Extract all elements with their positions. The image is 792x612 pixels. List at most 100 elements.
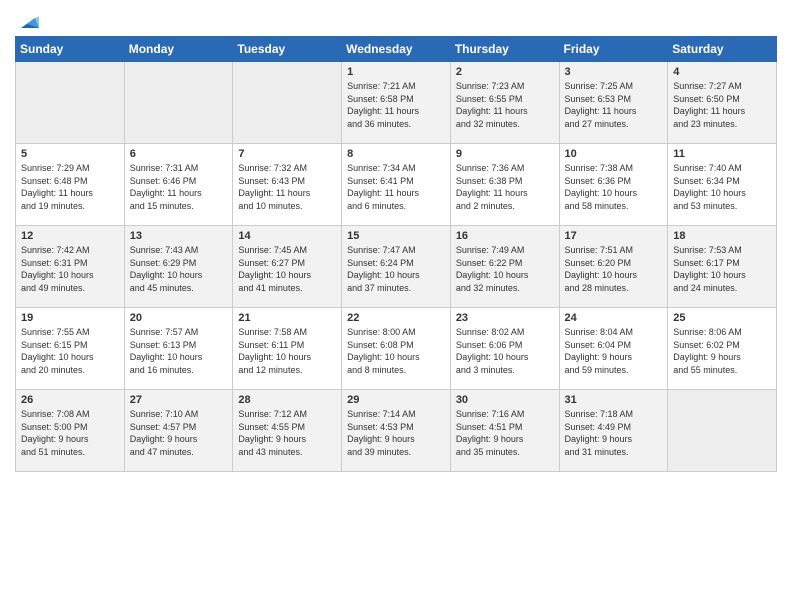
- day-cell: 30Sunrise: 7:16 AM Sunset: 4:51 PM Dayli…: [450, 390, 559, 472]
- day-info: Sunrise: 7:21 AM Sunset: 6:58 PM Dayligh…: [347, 80, 445, 130]
- day-cell: 14 Sunrise: 7:45 AM Sunset: 6:27 PM Dayli…: [233, 226, 342, 308]
- day-number: 9: [456, 148, 554, 160]
- day-number: 21: [238, 312, 336, 324]
- day-number: 8: [347, 148, 445, 160]
- day-cell: 22Sunrise: 8:00 AM Sunset: 6:08 PM Dayli…: [342, 308, 451, 390]
- day-cell: 16Sunrise: 7:49 AM Sunset: 6:22 PM Dayli…: [450, 226, 559, 308]
- day-number: 30: [456, 394, 554, 406]
- day-number: 13: [130, 230, 228, 242]
- day-number: 14: [238, 230, 336, 242]
- day-number: 31: [565, 394, 663, 406]
- day-number: 7: [238, 148, 336, 160]
- day-info: Sunrise: 7:23 AM Sunset: 6:55 PM Dayligh…: [456, 80, 554, 130]
- day-cell: 28Sunrise: 7:12 AM Sunset: 4:55 PM Dayli…: [233, 390, 342, 472]
- day-cell: 17 Sunrise: 7:51 AM Sunset: 6:20 PM Dayli…: [559, 226, 668, 308]
- day-info: Sunrise: 7:36 AM Sunset: 6:38 PM Dayligh…: [456, 162, 554, 212]
- logo-icon: [17, 10, 39, 32]
- logo: [15, 10, 39, 28]
- weekday-header-thursday: Thursday: [450, 37, 559, 62]
- day-cell: 29 Sunrise: 7:14 AM Sunset: 4:53 PM Dayli…: [342, 390, 451, 472]
- weekday-header-saturday: Saturday: [668, 37, 777, 62]
- day-cell: [124, 62, 233, 144]
- day-number: 24: [565, 312, 663, 324]
- day-number: 29: [347, 394, 445, 406]
- day-info: Sunrise: 7:49 AM Sunset: 6:22 PM Dayligh…: [456, 244, 554, 294]
- day-number: 10: [565, 148, 663, 160]
- weekday-header-sunday: Sunday: [16, 37, 125, 62]
- day-number: 11: [673, 148, 771, 160]
- day-info: Sunrise: 7:29 AM Sunset: 6:48 PM Dayligh…: [21, 162, 119, 212]
- day-info: Sunrise: 7:14 AM Sunset: 4:53 PM Dayligh…: [347, 408, 445, 458]
- day-info: Sunrise: 7:57 AM Sunset: 6:13 PM Dayligh…: [130, 326, 228, 376]
- day-number: 17: [565, 230, 663, 242]
- day-info: Sunrise: 7:25 AM Sunset: 6:53 PM Dayligh…: [565, 80, 663, 130]
- day-cell: 26 Sunrise: 7:08 AM Sunset: 5:00 PM Dayli…: [16, 390, 125, 472]
- day-cell: 18Sunrise: 7:53 AM Sunset: 6:17 PM Dayli…: [668, 226, 777, 308]
- day-info: Sunrise: 7:40 AM Sunset: 6:34 PM Dayligh…: [673, 162, 771, 212]
- day-info: Sunrise: 7:53 AM Sunset: 6:17 PM Dayligh…: [673, 244, 771, 294]
- day-cell: 7 Sunrise: 7:32 AM Sunset: 6:43 PM Daylig…: [233, 144, 342, 226]
- day-cell: 9 Sunrise: 7:36 AM Sunset: 6:38 PM Daylig…: [450, 144, 559, 226]
- day-info: Sunrise: 7:12 AM Sunset: 4:55 PM Dayligh…: [238, 408, 336, 458]
- day-info: Sunrise: 8:06 AM Sunset: 6:02 PM Dayligh…: [673, 326, 771, 376]
- day-cell: 8 Sunrise: 7:34 AM Sunset: 6:41 PM Daylig…: [342, 144, 451, 226]
- day-info: Sunrise: 7:08 AM Sunset: 5:00 PM Dayligh…: [21, 408, 119, 458]
- day-info: Sunrise: 7:10 AM Sunset: 4:57 PM Dayligh…: [130, 408, 228, 458]
- day-info: Sunrise: 7:27 AM Sunset: 6:50 PM Dayligh…: [673, 80, 771, 130]
- day-number: 25: [673, 312, 771, 324]
- day-info: Sunrise: 8:04 AM Sunset: 6:04 PM Dayligh…: [565, 326, 663, 376]
- weekday-header-wednesday: Wednesday: [342, 37, 451, 62]
- day-cell: 1 Sunrise: 7:21 AM Sunset: 6:58 PM Daylig…: [342, 62, 451, 144]
- weekday-header-tuesday: Tuesday: [233, 37, 342, 62]
- day-cell: 12Sunrise: 7:42 AM Sunset: 6:31 PM Dayli…: [16, 226, 125, 308]
- week-row-5: 26 Sunrise: 7:08 AM Sunset: 5:00 PM Dayli…: [16, 390, 777, 472]
- day-info: Sunrise: 8:00 AM Sunset: 6:08 PM Dayligh…: [347, 326, 445, 376]
- day-cell: 11 Sunrise: 7:40 AM Sunset: 6:34 PM Dayli…: [668, 144, 777, 226]
- week-row-1: 1 Sunrise: 7:21 AM Sunset: 6:58 PM Daylig…: [16, 62, 777, 144]
- day-cell: 19 Sunrise: 7:55 AM Sunset: 6:15 PM Dayli…: [16, 308, 125, 390]
- day-number: 27: [130, 394, 228, 406]
- day-number: 6: [130, 148, 228, 160]
- day-cell: 13 Sunrise: 7:43 AM Sunset: 6:29 PM Dayli…: [124, 226, 233, 308]
- day-cell: 2 Sunrise: 7:23 AM Sunset: 6:55 PM Daylig…: [450, 62, 559, 144]
- day-info: Sunrise: 7:55 AM Sunset: 6:15 PM Dayligh…: [21, 326, 119, 376]
- day-cell: [16, 62, 125, 144]
- day-number: 19: [21, 312, 119, 324]
- page: SundayMondayTuesdayWednesdayThursdayFrid…: [0, 0, 792, 612]
- day-cell: 20 Sunrise: 7:57 AM Sunset: 6:13 PM Dayli…: [124, 308, 233, 390]
- day-info: Sunrise: 7:38 AM Sunset: 6:36 PM Dayligh…: [565, 162, 663, 212]
- day-cell: 27 Sunrise: 7:10 AM Sunset: 4:57 PM Dayli…: [124, 390, 233, 472]
- day-cell: [233, 62, 342, 144]
- day-info: Sunrise: 7:51 AM Sunset: 6:20 PM Dayligh…: [565, 244, 663, 294]
- weekday-header-monday: Monday: [124, 37, 233, 62]
- week-row-3: 12Sunrise: 7:42 AM Sunset: 6:31 PM Dayli…: [16, 226, 777, 308]
- day-cell: 23 Sunrise: 8:02 AM Sunset: 6:06 PM Dayli…: [450, 308, 559, 390]
- day-info: Sunrise: 7:43 AM Sunset: 6:29 PM Dayligh…: [130, 244, 228, 294]
- week-row-2: 5Sunrise: 7:29 AM Sunset: 6:48 PM Daylig…: [16, 144, 777, 226]
- day-info: Sunrise: 7:32 AM Sunset: 6:43 PM Dayligh…: [238, 162, 336, 212]
- day-number: 15: [347, 230, 445, 242]
- day-info: Sunrise: 7:47 AM Sunset: 6:24 PM Dayligh…: [347, 244, 445, 294]
- day-number: 4: [673, 66, 771, 78]
- day-number: 20: [130, 312, 228, 324]
- day-cell: 10 Sunrise: 7:38 AM Sunset: 6:36 PM Dayli…: [559, 144, 668, 226]
- day-cell: 21 Sunrise: 7:58 AM Sunset: 6:11 PM Dayli…: [233, 308, 342, 390]
- day-info: Sunrise: 7:42 AM Sunset: 6:31 PM Dayligh…: [21, 244, 119, 294]
- day-info: Sunrise: 7:31 AM Sunset: 6:46 PM Dayligh…: [130, 162, 228, 212]
- calendar: SundayMondayTuesdayWednesdayThursdayFrid…: [15, 36, 777, 472]
- day-cell: 3Sunrise: 7:25 AM Sunset: 6:53 PM Daylig…: [559, 62, 668, 144]
- weekday-header-row: SundayMondayTuesdayWednesdayThursdayFrid…: [16, 37, 777, 62]
- day-cell: [668, 390, 777, 472]
- day-cell: 6 Sunrise: 7:31 AM Sunset: 6:46 PM Daylig…: [124, 144, 233, 226]
- day-number: 2: [456, 66, 554, 78]
- day-info: Sunrise: 7:45 AM Sunset: 6:27 PM Dayligh…: [238, 244, 336, 294]
- header: [15, 10, 777, 28]
- day-number: 26: [21, 394, 119, 406]
- day-number: 23: [456, 312, 554, 324]
- day-info: Sunrise: 7:34 AM Sunset: 6:41 PM Dayligh…: [347, 162, 445, 212]
- day-info: Sunrise: 7:58 AM Sunset: 6:11 PM Dayligh…: [238, 326, 336, 376]
- day-info: Sunrise: 8:02 AM Sunset: 6:06 PM Dayligh…: [456, 326, 554, 376]
- day-cell: 5Sunrise: 7:29 AM Sunset: 6:48 PM Daylig…: [16, 144, 125, 226]
- day-number: 1: [347, 66, 445, 78]
- day-cell: 4 Sunrise: 7:27 AM Sunset: 6:50 PM Daylig…: [668, 62, 777, 144]
